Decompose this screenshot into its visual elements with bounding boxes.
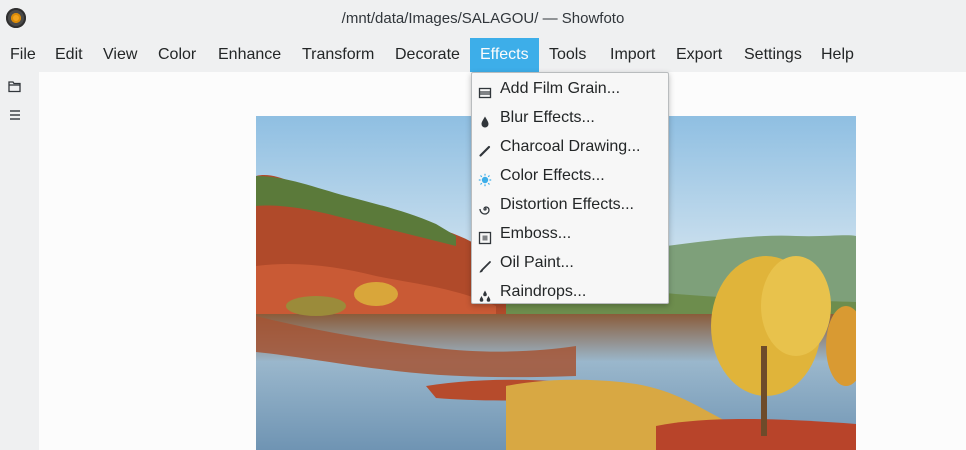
emboss-icon	[478, 226, 492, 245]
menuitem-distortion-effects[interactable]: Distortion Effects...	[472, 190, 668, 219]
menuitem-oil-paint[interactable]: Oil Paint...	[472, 248, 668, 277]
raindrops-icon	[478, 284, 492, 302]
window-title: /mnt/data/Images/SALAGOU/ — Showfoto	[341, 10, 625, 27]
spiral-icon	[478, 197, 492, 215]
title-bar: /mnt/data/Images/SALAGOU/ — Showfoto	[0, 0, 966, 38]
color-burst-icon	[478, 168, 492, 187]
menu-tools[interactable]: Tools	[539, 38, 596, 72]
film-grain-icon	[478, 81, 492, 99]
pencil-icon	[478, 139, 492, 157]
menu-help[interactable]: Help	[811, 38, 864, 72]
menu-color[interactable]: Color	[148, 38, 206, 72]
menu-view[interactable]: View	[93, 38, 147, 72]
menu-settings[interactable]: Settings	[734, 38, 812, 72]
hamburger-menu-icon[interactable]	[6, 106, 24, 124]
menu-export[interactable]: Export	[666, 38, 732, 72]
menuitem-charcoal-drawing[interactable]: Charcoal Drawing...	[472, 132, 668, 161]
blur-drop-icon	[478, 110, 492, 128]
menu-import[interactable]: Import	[600, 38, 665, 72]
side-toolbar	[0, 72, 38, 450]
menu-enhance[interactable]: Enhance	[208, 38, 291, 72]
menu-effects[interactable]: Effects	[470, 38, 539, 72]
paintbrush-icon	[478, 255, 492, 273]
menuitem-add-film-grain[interactable]: Add Film Grain...	[472, 74, 668, 103]
menu-bar: File Edit View Color Enhance Transform D…	[0, 38, 966, 72]
menu-decorate[interactable]: Decorate	[385, 38, 470, 72]
menuitem-blur-effects[interactable]: Blur Effects...	[472, 103, 668, 132]
effects-dropdown-menu: Add Film Grain... Blur Effects... Charco…	[471, 72, 669, 304]
menuitem-raindrops[interactable]: Raindrops...	[472, 277, 668, 306]
open-folder-icon[interactable]	[6, 78, 24, 96]
menuitem-emboss[interactable]: Emboss...	[472, 219, 668, 248]
menu-edit[interactable]: Edit	[45, 38, 93, 72]
menuitem-color-effects[interactable]: Color Effects...	[472, 161, 668, 190]
menu-transform[interactable]: Transform	[292, 38, 384, 72]
menu-file[interactable]: File	[0, 38, 46, 72]
